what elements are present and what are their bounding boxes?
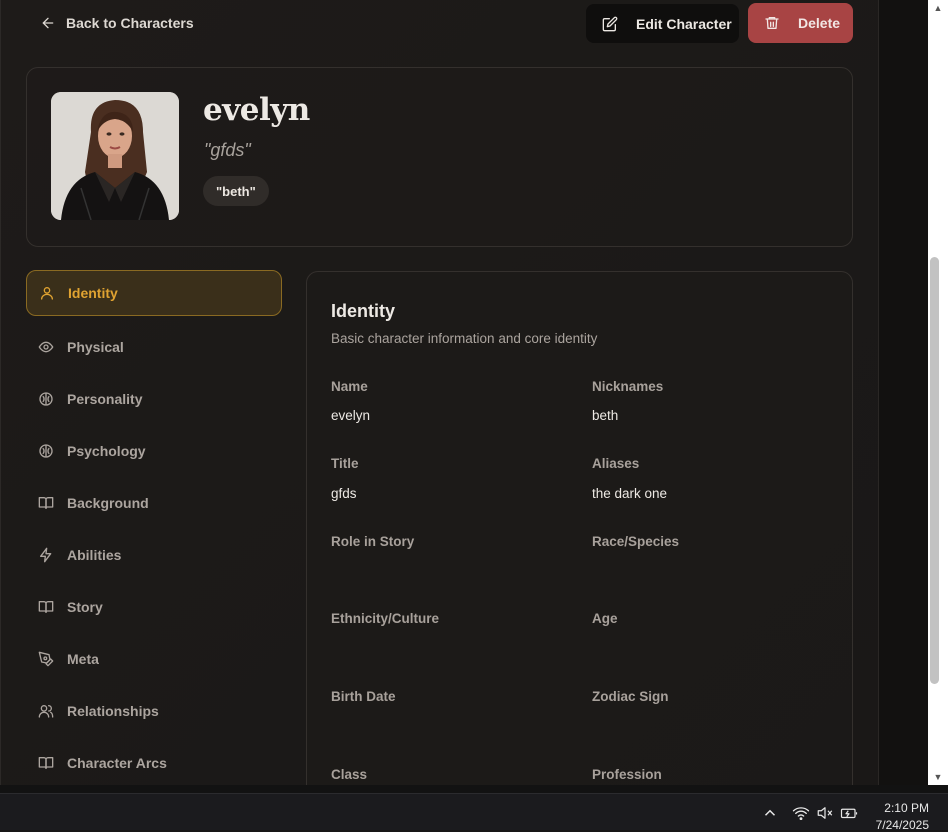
clock-time[interactable]: 2:10 PM bbox=[884, 801, 929, 815]
back-to-characters-link[interactable]: Back to Characters bbox=[40, 12, 194, 34]
brain-icon bbox=[39, 392, 53, 406]
lightning-icon bbox=[40, 547, 52, 563]
scroll-down-arrow-icon[interactable]: ▼ bbox=[928, 769, 948, 785]
trash-icon bbox=[765, 17, 779, 29]
field-label-role: Role in Story bbox=[331, 534, 415, 549]
nav-item-identity[interactable]: Identity bbox=[26, 270, 282, 316]
scroll-thumb[interactable] bbox=[930, 257, 939, 684]
pen-tool-icon bbox=[38, 651, 54, 667]
nickname-badge: "beth" bbox=[203, 176, 269, 206]
nav-label: Psychology bbox=[67, 443, 146, 459]
edit-character-label: Edit Character bbox=[636, 15, 732, 32]
right-gutter bbox=[878, 0, 928, 785]
nav-label: Physical bbox=[67, 339, 124, 355]
nav-item-physical[interactable]: Physical bbox=[26, 324, 282, 370]
field-label-title: Title bbox=[331, 456, 359, 471]
nav-item-background[interactable]: Background bbox=[26, 480, 282, 526]
arrow-left-icon bbox=[42, 17, 54, 29]
nav-label: Story bbox=[67, 599, 103, 615]
nav-label: Abilities bbox=[67, 547, 122, 563]
nav-item-abilities[interactable]: Abilities bbox=[26, 532, 282, 578]
edit-icon bbox=[602, 16, 618, 31]
users-icon bbox=[38, 705, 54, 718]
nav-item-personality[interactable]: Personality bbox=[26, 376, 282, 422]
field-value-aliases: the dark one bbox=[592, 486, 668, 501]
character-profile-card: evelyn "gfds" "beth" bbox=[26, 67, 853, 247]
nav-item-relationships[interactable]: Relationships bbox=[26, 688, 282, 734]
back-label: Back to Characters bbox=[66, 15, 194, 31]
field-label-nicknames: Nicknames bbox=[592, 379, 664, 394]
eye-icon bbox=[38, 341, 54, 353]
nav-label: Character Arcs bbox=[67, 755, 167, 771]
chevron-up-icon[interactable] bbox=[761, 804, 779, 822]
field-label-race: Race/Species bbox=[592, 534, 680, 549]
field-value-title: gfds bbox=[331, 486, 357, 501]
nav-label: Background bbox=[67, 495, 149, 511]
character-avatar bbox=[51, 92, 179, 220]
field-label-zodiac: Zodiac Sign bbox=[592, 689, 669, 704]
field-label-name: Name bbox=[331, 379, 368, 394]
taskbar: 2:10 PM 7/24/2025 bbox=[0, 793, 948, 832]
field-value-name: evelyn bbox=[331, 408, 371, 423]
section-description: Basic character information and core ide… bbox=[331, 331, 598, 346]
book-open-icon bbox=[38, 601, 54, 613]
nav-label: Relationships bbox=[67, 703, 159, 719]
nav-label: Identity bbox=[68, 285, 118, 301]
vertical-scrollbar[interactable]: ▲ ▼ bbox=[928, 0, 948, 785]
window-edge bbox=[0, 0, 1, 785]
speaker-muted-icon[interactable] bbox=[816, 804, 834, 822]
scroll-up-arrow-icon[interactable]: ▲ bbox=[928, 0, 948, 16]
field-label-ethnicity: Ethnicity/Culture bbox=[331, 611, 440, 626]
field-label-profession: Profession bbox=[592, 767, 662, 782]
delete-label: Delete bbox=[798, 15, 841, 31]
wifi-icon[interactable] bbox=[792, 804, 810, 822]
brain-icon bbox=[39, 444, 53, 458]
section-title: Identity bbox=[331, 301, 396, 321]
nav-item-psychology[interactable]: Psychology bbox=[26, 428, 282, 474]
field-label-birth-date: Birth Date bbox=[331, 689, 396, 704]
taskbar-gap bbox=[0, 785, 948, 793]
character-name: evelyn bbox=[203, 92, 310, 128]
edit-character-button[interactable]: Edit Character bbox=[586, 4, 739, 43]
nav-item-meta[interactable]: Meta bbox=[26, 636, 282, 682]
field-value-nicknames: beth bbox=[592, 408, 619, 423]
nav-label: Personality bbox=[67, 391, 143, 407]
book-open-icon bbox=[38, 497, 54, 509]
field-label-aliases: Aliases bbox=[592, 456, 640, 471]
nav-item-story[interactable]: Story bbox=[26, 584, 282, 630]
identity-details-card: Identity Basic character information and… bbox=[306, 271, 853, 785]
field-label-age: Age bbox=[592, 611, 618, 626]
user-icon bbox=[41, 287, 53, 300]
delete-button[interactable]: Delete bbox=[748, 3, 853, 43]
nav-item-character-arcs[interactable]: Character Arcs bbox=[26, 740, 282, 785]
nav-label: Meta bbox=[67, 651, 99, 667]
field-label-class: Class bbox=[331, 767, 368, 782]
book-open-icon bbox=[38, 757, 54, 769]
battery-charging-icon[interactable] bbox=[840, 804, 858, 822]
app-window: Back to Characters Edit Character Delete bbox=[0, 0, 928, 785]
character-title: "gfds" bbox=[204, 140, 251, 160]
